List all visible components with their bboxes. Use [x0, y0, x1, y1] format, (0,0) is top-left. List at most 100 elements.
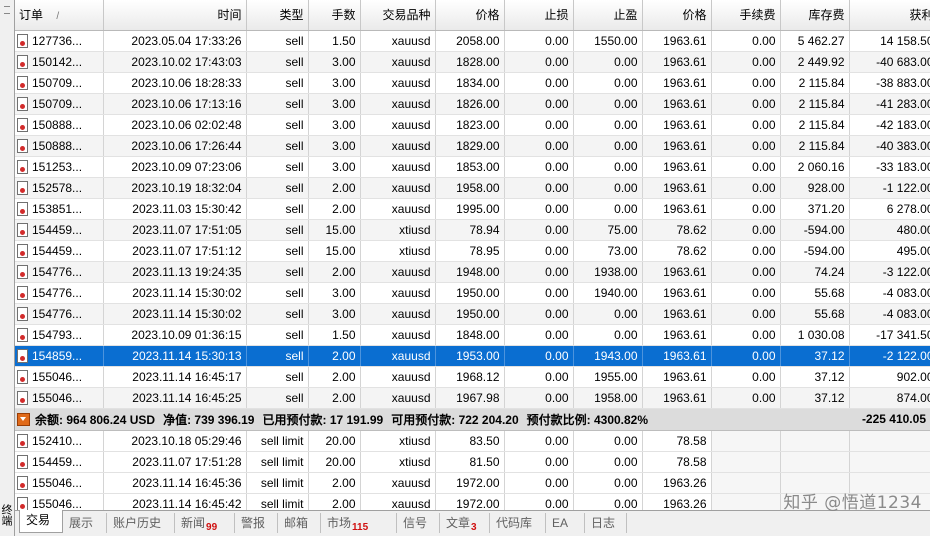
cell-swap[interactable]: 2 115.84 — [780, 93, 850, 115]
cell-swap[interactable]: 55.68 — [780, 282, 850, 304]
order-row[interactable]: 150888... 2023.10.06 02:02:48 sell 3.00 xauu… — [15, 114, 930, 136]
tab-0[interactable]: 交易 — [19, 510, 63, 533]
pending-order-row[interactable]: 152410... 2023.10.18 05:29:46 sell limit 20… — [15, 430, 930, 452]
cell-lots[interactable]: 2.00 — [308, 261, 361, 283]
cell-open-price[interactable]: 1834.00 — [435, 72, 505, 94]
cell-ticket[interactable]: 155046... — [15, 472, 104, 494]
cell-type[interactable]: sell — [246, 30, 309, 52]
cell-current-price[interactable]: 1963.61 — [642, 177, 712, 199]
cell-type[interactable]: sell — [246, 219, 309, 241]
cell-profit[interactable]: -2 122.00 — [849, 345, 930, 367]
cell-stop-loss[interactable]: 0.00 — [504, 430, 574, 452]
cell-ticket[interactable]: 154459... — [15, 451, 104, 473]
cell-profit[interactable]: 495.00 — [849, 240, 930, 262]
tab-6[interactable]: 市场115 — [321, 513, 397, 533]
cell-lots[interactable]: 2.00 — [308, 387, 361, 409]
cell-swap[interactable]: -594.00 — [780, 240, 850, 262]
order-row[interactable]: 150142... 2023.10.02 17:43:03 sell 3.00 xauu… — [15, 51, 930, 73]
cell-swap[interactable]: 55.68 — [780, 303, 850, 325]
order-row[interactable]: 150709... 2023.10.06 17:13:16 sell 3.00 xauu… — [15, 93, 930, 115]
cell-type[interactable]: sell limit — [246, 451, 309, 473]
cell-ticket[interactable]: 154776... — [15, 282, 104, 304]
cell-symbol[interactable]: xauusd — [360, 493, 436, 510]
cell-lots[interactable]: 3.00 — [308, 156, 361, 178]
cell-profit[interactable]: -38 883.00 — [849, 72, 930, 94]
cell-current-price[interactable]: 78.58 — [642, 430, 712, 452]
cell-commission[interactable]: 0.00 — [711, 30, 781, 52]
cell-profit[interactable]: -42 183.00 — [849, 114, 930, 136]
order-row[interactable]: 155046... 2023.11.14 16:45:25 sell 2.00 xauu… — [15, 387, 930, 409]
cell-lots[interactable]: 3.00 — [308, 282, 361, 304]
cell-ticket[interactable]: 151253... — [15, 156, 104, 178]
cell-commission[interactable]: 0.00 — [711, 72, 781, 94]
cell-type[interactable]: sell — [246, 72, 309, 94]
cell-commission[interactable]: 0.00 — [711, 324, 781, 346]
cell-commission[interactable]: 0.00 — [711, 177, 781, 199]
column-header-open-price[interactable]: 价格 — [435, 0, 505, 31]
cell-current-price[interactable]: 1963.61 — [642, 114, 712, 136]
cell-type[interactable]: sell — [246, 387, 309, 409]
cell-symbol[interactable]: xauusd — [360, 198, 436, 220]
cell-symbol[interactable]: xauusd — [360, 72, 436, 94]
cell-take-profit[interactable]: 0.00 — [573, 493, 643, 510]
cell-commission[interactable]: 0.00 — [711, 282, 781, 304]
cell-open-price[interactable]: 1853.00 — [435, 156, 505, 178]
cell-ticket[interactable]: 153851... — [15, 198, 104, 220]
cell-swap[interactable]: 2 060.16 — [780, 156, 850, 178]
cell-take-profit[interactable]: 75.00 — [573, 219, 643, 241]
cell-symbol[interactable]: xauusd — [360, 30, 436, 52]
cell-lots[interactable]: 1.50 — [308, 30, 361, 52]
order-row[interactable]: 154776... 2023.11.14 15:30:02 sell 3.00 xauu… — [15, 303, 930, 325]
cell-type[interactable]: sell — [246, 135, 309, 157]
cell-symbol[interactable]: xauusd — [360, 261, 436, 283]
cell-open-price[interactable]: 83.50 — [435, 430, 505, 452]
cell-swap[interactable]: 2 115.84 — [780, 114, 850, 136]
cell-current-price[interactable]: 1963.61 — [642, 387, 712, 409]
cell-type[interactable]: sell — [246, 93, 309, 115]
cell-symbol[interactable]: xauusd — [360, 51, 436, 73]
tab-9[interactable]: 代码库 — [490, 513, 546, 533]
cell-swap[interactable]: 5 462.27 — [780, 30, 850, 52]
terminal-side-strip[interactable]: 终端 — [0, 0, 15, 536]
cell-take-profit[interactable]: 1940.00 — [573, 282, 643, 304]
cell-stop-loss[interactable]: 0.00 — [504, 493, 574, 510]
cell-open-price[interactable]: 1995.00 — [435, 198, 505, 220]
cell-symbol[interactable]: xauusd — [360, 177, 436, 199]
cell-ticket[interactable]: 154859... — [15, 345, 104, 367]
cell-stop-loss[interactable]: 0.00 — [504, 114, 574, 136]
cell-swap[interactable]: 2 449.92 — [780, 51, 850, 73]
cell-time[interactable]: 2023.10.06 02:02:48 — [103, 114, 247, 136]
cell-ticket[interactable]: 150709... — [15, 93, 104, 115]
cell-take-profit[interactable]: 0.00 — [573, 135, 643, 157]
cell-stop-loss[interactable]: 0.00 — [504, 240, 574, 262]
cell-ticket[interactable]: 150142... — [15, 51, 104, 73]
pending-order-row[interactable]: 154459... 2023.11.07 17:51:28 sell limit 20… — [15, 451, 930, 473]
cell-lots[interactable]: 2.00 — [308, 472, 361, 494]
cell-time[interactable]: 2023.10.09 01:36:15 — [103, 324, 247, 346]
order-row[interactable]: 151253... 2023.10.09 07:23:06 sell 3.00 xauu… — [15, 156, 930, 178]
cell-profit[interactable]: 6 278.00 — [849, 198, 930, 220]
cell-time[interactable]: 2023.11.07 17:51:12 — [103, 240, 247, 262]
cell-time[interactable]: 2023.10.02 17:43:03 — [103, 51, 247, 73]
cell-type[interactable]: sell — [246, 282, 309, 304]
cell-lots[interactable]: 20.00 — [308, 430, 361, 452]
column-header-time[interactable]: 时间 — [103, 0, 247, 31]
cell-stop-loss[interactable]: 0.00 — [504, 219, 574, 241]
cell-symbol[interactable]: xtiusd — [360, 219, 436, 241]
cell-symbol[interactable]: xauusd — [360, 114, 436, 136]
cell-ticket[interactable]: 152410... — [15, 430, 104, 452]
cell-ticket[interactable]: 150888... — [15, 135, 104, 157]
cell-stop-loss[interactable]: 0.00 — [504, 451, 574, 473]
order-row[interactable]: 154459... 2023.11.07 17:51:05 sell 15.00 xti… — [15, 219, 930, 241]
cell-open-price[interactable]: 1828.00 — [435, 51, 505, 73]
column-header-symbol[interactable]: 交易品种 — [360, 0, 436, 31]
tab-7[interactable]: 信号 — [397, 513, 440, 533]
cell-swap[interactable]: -594.00 — [780, 219, 850, 241]
cell-open-price[interactable]: 1848.00 — [435, 324, 505, 346]
column-header-profit[interactable]: 获利 — [849, 0, 930, 31]
cell-current-price[interactable]: 1963.61 — [642, 51, 712, 73]
cell-ticket[interactable]: 155046... — [15, 493, 104, 510]
cell-open-price[interactable]: 1829.00 — [435, 135, 505, 157]
cell-take-profit[interactable]: 0.00 — [573, 324, 643, 346]
cell-current-price[interactable]: 1963.61 — [642, 30, 712, 52]
